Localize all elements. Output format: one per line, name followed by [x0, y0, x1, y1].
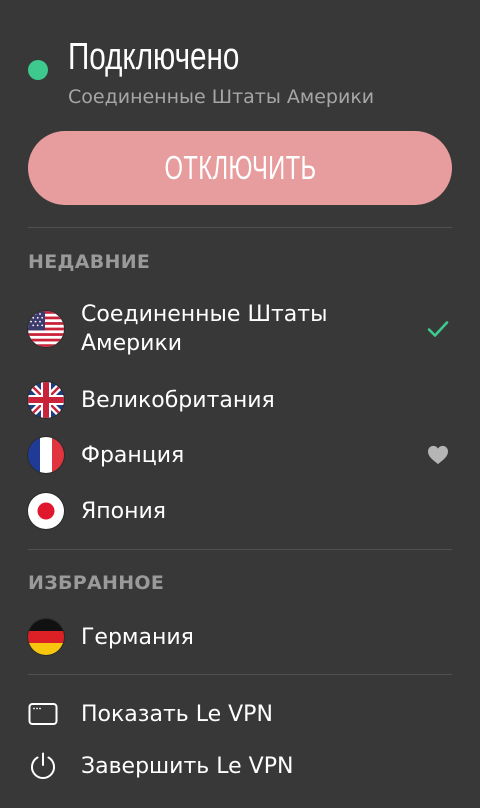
status-subtitle: Соединенные Штаты Америки [68, 86, 375, 108]
divider [28, 674, 452, 675]
section-header-recent: НЕДАВНИЕ [28, 251, 151, 273]
list-item-label: Соединенные Штаты Америки [81, 302, 328, 356]
list-item-label: Германия [81, 624, 194, 650]
japan-flag-icon [28, 493, 64, 529]
list-item-label: Великобритания [81, 387, 275, 413]
heart-icon[interactable] [424, 441, 452, 469]
show-app-label: Показать Le VPN [81, 701, 273, 727]
france-flag-icon [28, 437, 64, 473]
divider [28, 227, 452, 228]
checkmark-icon [424, 315, 452, 343]
divider [28, 549, 452, 550]
list-item-germany[interactable]: Германия [28, 617, 452, 657]
window-icon [28, 696, 64, 732]
power-icon [28, 748, 64, 784]
list-item-usa[interactable]: Соединенные Штаты Америки [28, 299, 452, 359]
uk-flag-icon [28, 382, 64, 418]
status-title: Подключено [68, 36, 240, 78]
quit-app-label: Завершить Le VPN [81, 753, 294, 779]
connection-status: Подключено Соединенные Штаты Америки [28, 32, 452, 112]
usa-flag-icon [28, 311, 64, 347]
list-item-label: Япония [81, 498, 167, 524]
list-item-france[interactable]: Франция [28, 435, 452, 475]
quit-app-menu-item[interactable]: Завершить Le VPN [28, 746, 452, 786]
section-header-favorites: ИЗБРАННОЕ [28, 572, 165, 594]
germany-flag-icon [28, 619, 64, 655]
disconnect-button[interactable]: ОТКЛЮЧИТЬ [28, 131, 452, 205]
list-item-label: Франция [81, 442, 185, 468]
status-indicator-dot [28, 60, 48, 80]
list-item-uk[interactable]: Великобритания [28, 380, 452, 420]
list-item-japan[interactable]: Япония [28, 491, 452, 531]
show-app-menu-item[interactable]: Показать Le VPN [28, 694, 452, 734]
disconnect-button-label: ОТКЛЮЧИТЬ [164, 149, 316, 186]
